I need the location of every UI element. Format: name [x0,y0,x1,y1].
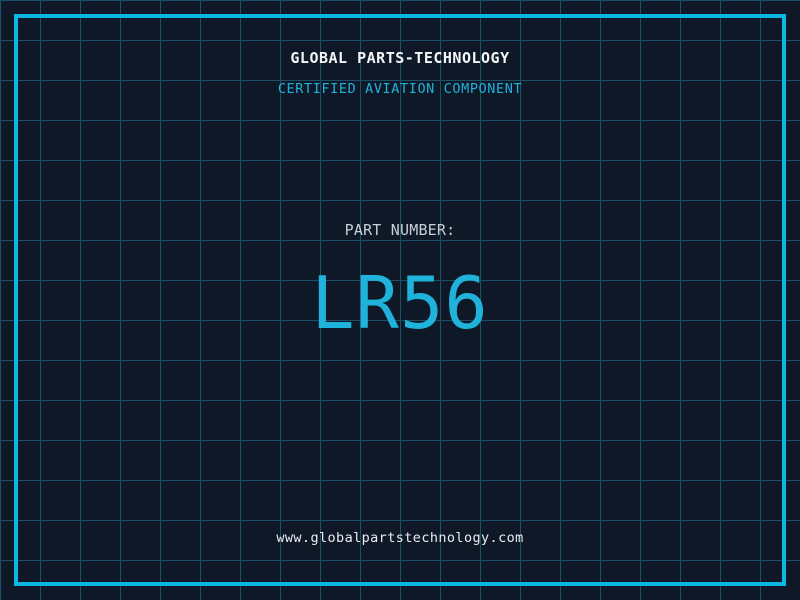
company-name: GLOBAL PARTS-TECHNOLOGY [290,49,510,67]
certification-tagline: CERTIFIED AVIATION COMPONENT [277,81,523,97]
website-url: www.globalpartstechnology.com [276,530,524,546]
part-number-label: PART NUMBER: [344,221,456,239]
part-number-value: LR56 [311,261,489,345]
